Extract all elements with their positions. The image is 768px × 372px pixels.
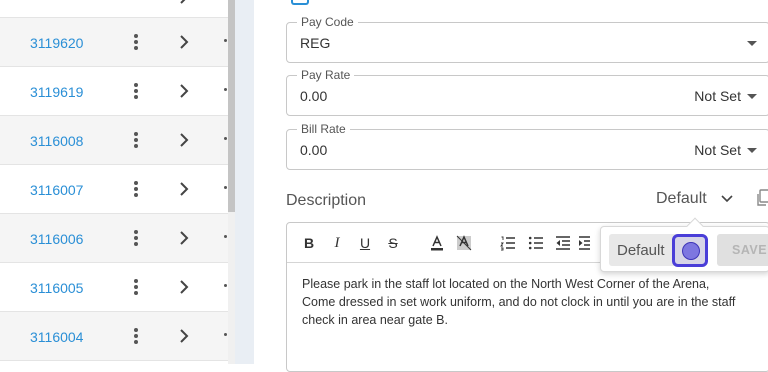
- save-template-popover: Default SAVE: [600, 217, 768, 272]
- list-row[interactable]: 3119619: [0, 67, 228, 116]
- highlight-color-icon[interactable]: [456, 235, 472, 251]
- more-options-icon[interactable]: [130, 130, 142, 150]
- underline-button[interactable]: U: [358, 235, 372, 251]
- bill-rate-value[interactable]: 0.00: [300, 142, 327, 158]
- template-name-input[interactable]: Default: [609, 234, 708, 267]
- chevron-right-icon[interactable]: [176, 279, 192, 295]
- strikethrough-button[interactable]: S: [386, 235, 400, 251]
- record-list: 3119620 3119619 3116008 3116007 3116006 …: [0, 0, 228, 364]
- bill-rate-unit[interactable]: Not Set: [694, 142, 741, 158]
- list-scrollbar-track[interactable]: [228, 212, 235, 364]
- caret-down-icon[interactable]: [747, 94, 757, 99]
- caret-down-icon[interactable]: [747, 148, 757, 153]
- more-options-icon[interactable]: [130, 81, 142, 101]
- save-button[interactable]: SAVE: [717, 234, 768, 266]
- list-row[interactable]: 3116005: [0, 263, 228, 312]
- italic-button[interactable]: I: [331, 235, 343, 251]
- bullet-list-icon[interactable]: [528, 235, 544, 251]
- record-id-link[interactable]: 3119620: [30, 35, 83, 51]
- record-id-link[interactable]: 3116007: [30, 182, 83, 198]
- copy-icon[interactable]: [756, 189, 768, 207]
- record-id-link[interactable]: 3116005: [30, 280, 83, 296]
- chevron-down-icon[interactable]: [720, 192, 734, 206]
- indent-icon[interactable]: [578, 235, 590, 251]
- chevron-right-icon[interactable]: [176, 0, 192, 5]
- description-label: Description: [286, 192, 367, 209]
- cursor-focus-indicator: [672, 234, 708, 267]
- pay-code-select[interactable]: Pay Code REG: [286, 15, 768, 63]
- list-row[interactable]: 3116007: [0, 165, 228, 214]
- chevron-right-icon[interactable]: [176, 132, 192, 148]
- more-options-icon[interactable]: [130, 277, 142, 297]
- pay-code-value: REG: [300, 35, 331, 51]
- popover-arrow: [686, 217, 704, 235]
- checkbox[interactable]: [291, 0, 309, 5]
- record-id-link[interactable]: 3116004: [30, 329, 83, 345]
- description-template-select[interactable]: Default: [656, 190, 707, 208]
- bold-button[interactable]: B: [303, 235, 315, 251]
- chevron-right-icon[interactable]: [176, 181, 192, 197]
- template-name-value[interactable]: Default: [617, 242, 665, 259]
- chevron-right-icon[interactable]: [176, 34, 192, 50]
- list-row[interactable]: 3116006: [0, 214, 228, 263]
- more-options-icon[interactable]: [130, 32, 142, 52]
- ordered-list-icon[interactable]: [500, 235, 516, 251]
- record-id-link[interactable]: 3116008: [30, 133, 83, 149]
- chevron-right-icon[interactable]: [176, 83, 192, 99]
- outdent-icon[interactable]: [555, 235, 571, 251]
- text-color-icon[interactable]: [429, 235, 445, 251]
- chevron-right-icon[interactable]: [176, 230, 192, 246]
- record-id-link[interactable]: 3119619: [30, 84, 83, 100]
- more-options-icon[interactable]: [130, 179, 142, 199]
- pay-rate-value[interactable]: 0.00: [300, 88, 327, 104]
- pay-rate-label: Pay Rate: [297, 68, 355, 82]
- more-options-icon[interactable]: [130, 326, 142, 346]
- list-row[interactable]: 3119620: [0, 18, 228, 67]
- list-row[interactable]: 3116008: [0, 116, 228, 165]
- pay-rate-unit[interactable]: Not Set: [694, 88, 741, 104]
- pay-code-label: Pay Code: [297, 15, 358, 29]
- list-scrollbar-thumb[interactable]: [228, 0, 235, 212]
- cursor-dot-icon: [682, 242, 700, 260]
- caret-down-icon[interactable]: [747, 41, 757, 46]
- bill-rate-label: Bill Rate: [297, 122, 350, 136]
- record-id-link[interactable]: 3116006: [30, 231, 83, 247]
- list-row[interactable]: 3116004: [0, 312, 228, 361]
- chevron-right-icon[interactable]: [176, 328, 192, 344]
- more-options-icon[interactable]: [130, 228, 142, 248]
- panel-divider: [235, 0, 254, 364]
- description-text[interactable]: Please park in the staff lot located on …: [302, 275, 742, 329]
- pay-rate-field[interactable]: Pay Rate 0.00 Not Set: [286, 68, 768, 116]
- list-row[interactable]: [0, 0, 228, 18]
- bill-rate-field[interactable]: Bill Rate 0.00 Not Set: [286, 122, 768, 170]
- detail-panel: Pay Code REG Pay Rate 0.00 Not Set Bill …: [254, 0, 768, 372]
